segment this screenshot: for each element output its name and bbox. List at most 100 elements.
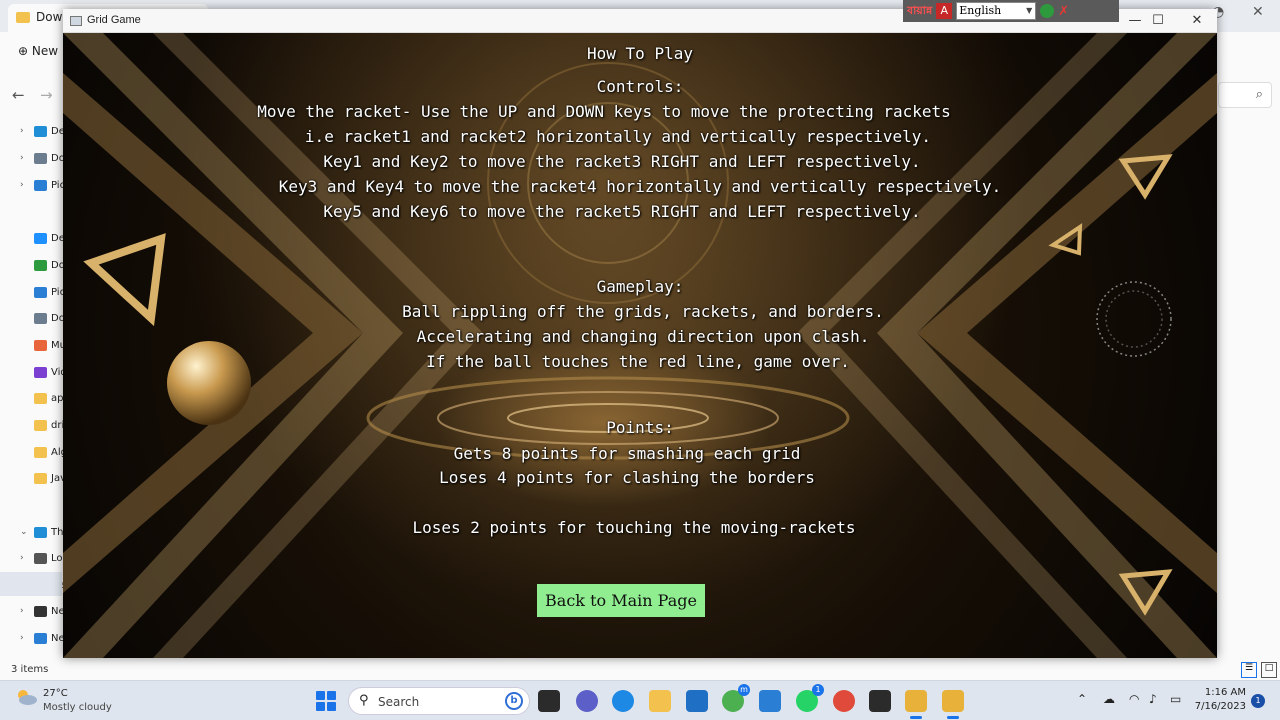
sidebar-item[interactable]: › De	[20, 121, 65, 141]
globe-icon[interactable]	[1040, 4, 1055, 18]
weather-temperature[interactable]: 27°C	[43, 688, 68, 699]
maximize-button[interactable]: ☐	[1138, 11, 1178, 31]
chrome-profile-icon[interactable]	[833, 690, 855, 712]
forward-arrow-icon[interactable]: →	[40, 86, 53, 104]
java-app-icon[interactable]	[942, 690, 964, 719]
close-button[interactable]: ✕	[1177, 11, 1217, 31]
notification-badge[interactable]: 1	[1251, 694, 1265, 708]
status-item-count: 3 items	[11, 664, 49, 675]
folder-icon	[34, 232, 47, 244]
back-to-main-page-button[interactable]: Back to Main Page	[537, 584, 705, 617]
taskbar: 27°C Mostly cloudy ⚲ Search b m 1 ⌃ ☁ ◠ …	[0, 680, 1280, 720]
search-placeholder: Search	[378, 695, 420, 709]
folder-icon	[34, 472, 47, 484]
language-select-value: English	[959, 4, 1002, 17]
window-title: Grid Game	[87, 14, 141, 26]
controls-line: i.e racket1 and racket2 horizontally and…	[304, 127, 932, 146]
gameplay-line: Ball rippling off the grids, rackets, an…	[402, 302, 884, 321]
folder-icon	[34, 179, 47, 191]
points-line: Gets 8 points for smashing each grid	[453, 444, 801, 463]
sidebar-selection-highlight	[0, 572, 62, 596]
points-heading: Points:	[606, 418, 674, 437]
back-arrow-icon[interactable]: ←	[12, 86, 25, 104]
chevron-right-icon[interactable]: ›	[20, 180, 30, 190]
controls-line: Key3 and Key4 to move the racket4 horizo…	[278, 177, 1002, 196]
sidebar-item[interactable]: ›Ne	[20, 601, 65, 621]
how-to-play-panel: How To Play Controls: Move the racket- U…	[63, 33, 1217, 658]
language-toolbar: বায়ান্ন A English ▼ ✗	[903, 0, 1119, 22]
bing-icon[interactable]: b	[505, 692, 523, 710]
taskbar-search[interactable]: ⚲ Search b	[348, 687, 530, 715]
folder-icon	[34, 632, 47, 644]
controls-line: Key5 and Key6 to move the racket5 RIGHT …	[323, 202, 921, 221]
whatsapp-unread-badge: 1	[812, 684, 824, 696]
chevron-down-icon: ▼	[1026, 6, 1033, 15]
language-select[interactable]: English ▼	[956, 2, 1037, 20]
controls-line: Move the racket- Use the UP and DOWN key…	[257, 102, 951, 121]
chrome-profile-badge: m	[738, 684, 750, 696]
volume-icon[interactable]: ♪	[1149, 692, 1157, 706]
chevron-right-icon[interactable]: ›	[20, 126, 30, 136]
vscode-icon[interactable]	[686, 690, 708, 712]
points-line: Loses 2 points for touching the moving-r…	[412, 518, 856, 537]
sidebar-item[interactable]: › Pic	[20, 175, 65, 195]
clock-time[interactable]: 1:16 AM	[1200, 687, 1246, 698]
new-button-label: New	[31, 44, 59, 58]
weather-description[interactable]: Mostly cloudy	[43, 702, 112, 713]
chevron-right-icon[interactable]: ›	[20, 606, 30, 616]
gameplay-line: If the ball touches the red line, game o…	[426, 352, 850, 371]
java-app-icon[interactable]	[905, 690, 927, 719]
teams-chat-icon[interactable]	[576, 690, 598, 712]
explorer-search-icon[interactable]: ⌕	[1218, 82, 1272, 108]
wifi-icon[interactable]: ◠	[1129, 692, 1139, 706]
folder-icon	[34, 366, 47, 378]
chevron-right-icon[interactable]: ›	[20, 633, 30, 643]
chevron-right-icon[interactable]: ›	[20, 153, 30, 163]
folder-icon	[16, 12, 30, 23]
folder-icon	[34, 312, 47, 324]
sidebar-item-label: Lo	[51, 552, 63, 564]
sidebar-item[interactable]: › Do	[20, 148, 65, 168]
whatsapp-icon[interactable]: 1	[796, 684, 824, 712]
paint-icon[interactable]	[759, 690, 781, 712]
plus-icon: ⊕	[18, 44, 29, 58]
file-explorer-icon[interactable]	[649, 690, 671, 712]
points-line: Loses 4 points for clashing the borders	[439, 468, 815, 487]
chevron-down-icon[interactable]: ⌄	[20, 527, 30, 537]
folder-icon	[34, 339, 47, 351]
tiles-view-icon[interactable]: □	[1261, 662, 1277, 678]
folder-icon	[34, 152, 47, 164]
onedrive-icon[interactable]: ☁	[1103, 692, 1115, 706]
controls-line: Key1 and Key2 to move the racket3 RIGHT …	[323, 152, 921, 171]
details-view-icon[interactable]: ☰	[1241, 662, 1257, 678]
gameplay-line: Accelerating and changing direction upon…	[416, 327, 870, 346]
app-icon	[70, 16, 82, 26]
folder-icon	[34, 605, 47, 617]
start-button[interactable]	[316, 691, 336, 711]
folder-icon	[34, 125, 47, 137]
explorer-close-icon[interactable]: ✕	[1252, 4, 1264, 20]
folder-icon	[34, 419, 47, 431]
sidebar-item[interactable]: › Lo	[20, 548, 63, 568]
new-button[interactable]: ⊕ New	[18, 44, 58, 58]
search-icon: ⚲	[359, 693, 369, 708]
battery-icon[interactable]: ▭	[1170, 692, 1181, 706]
clock-date[interactable]: 7/16/2023	[1194, 701, 1246, 712]
folder-icon	[34, 552, 47, 564]
task-view-icon[interactable]	[538, 690, 560, 712]
bangla-logo[interactable]: বায়ান্ন	[907, 2, 932, 21]
folder-icon	[34, 392, 47, 404]
chrome-icon[interactable]: m	[722, 684, 750, 712]
folder-icon	[34, 446, 47, 458]
folder-icon	[34, 526, 47, 538]
gameplay-heading: Gameplay:	[596, 277, 684, 296]
chevron-right-icon[interactable]: ›	[20, 553, 30, 563]
controls-heading: Controls:	[596, 77, 684, 96]
edge-browser-icon[interactable]	[612, 690, 634, 712]
cloudy-weather-icon[interactable]	[14, 688, 38, 706]
chevron-up-icon[interactable]: ⌃	[1077, 692, 1087, 706]
close-toolbar-icon[interactable]: ✗	[1058, 4, 1069, 19]
game-canvas: How To Play Controls: Move the racket- U…	[63, 33, 1217, 658]
keyboard-mode-icon[interactable]: A	[936, 3, 953, 19]
terminal-icon[interactable]	[869, 690, 891, 712]
